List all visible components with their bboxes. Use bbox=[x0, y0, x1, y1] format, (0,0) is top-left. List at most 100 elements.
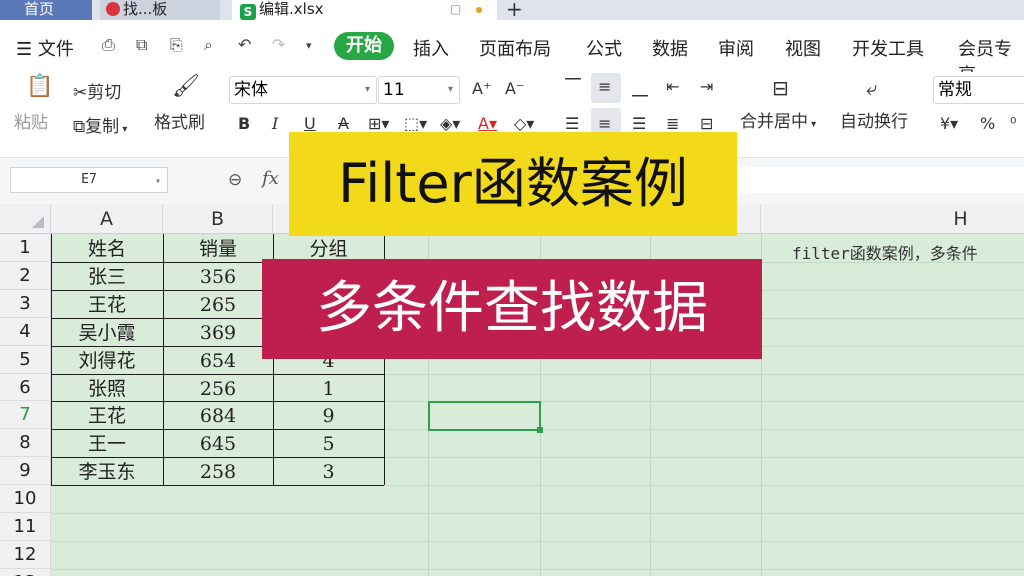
undo-icon[interactable]: ↶ bbox=[238, 35, 251, 54]
merge-center-button[interactable]: 合并居中 ▾ bbox=[740, 107, 816, 132]
tab-template[interactable]: 找...板 bbox=[100, 0, 220, 20]
table-cell[interactable]: 654 bbox=[163, 346, 273, 374]
print-icon[interactable]: ⎘ bbox=[170, 35, 183, 55]
row-header[interactable]: 11 bbox=[0, 513, 51, 541]
comma-format-icon[interactable]: ⁰ bbox=[1010, 114, 1016, 133]
decrease-indent-icon[interactable]: ⇤ bbox=[666, 77, 679, 96]
percent-format-icon[interactable]: % bbox=[980, 114, 995, 133]
format-painter-button[interactable]: 格式刷 bbox=[154, 108, 205, 133]
menu-data[interactable]: 数据 bbox=[652, 35, 688, 61]
row-header[interactable]: 4 bbox=[0, 318, 51, 346]
table-cell[interactable]: 5 bbox=[273, 429, 384, 457]
menu-page-layout[interactable]: 页面布局 bbox=[479, 35, 551, 61]
row-header-active[interactable]: 7 bbox=[0, 401, 51, 429]
table-header-cell[interactable]: 姓名 bbox=[51, 234, 163, 262]
menu-formulas[interactable]: 公式 bbox=[586, 35, 622, 61]
redo-icon[interactable]: ↷ bbox=[272, 35, 285, 54]
table-cell[interactable]: 1 bbox=[273, 374, 384, 401]
paste-button[interactable]: 粘贴 bbox=[14, 108, 48, 133]
increase-font-size-icon[interactable]: A⁺ bbox=[472, 79, 491, 98]
cut-button[interactable]: ✂剪切 bbox=[73, 78, 121, 103]
row-header[interactable]: 8 bbox=[0, 429, 51, 457]
row-header[interactable]: 6 bbox=[0, 374, 51, 401]
row-header[interactable]: 10 bbox=[0, 485, 51, 513]
column-header-h[interactable]: H bbox=[761, 204, 1024, 234]
tab-current-workbook[interactable]: S 编辑.xlsx ▢ bbox=[232, 0, 497, 20]
clear-format-icon[interactable]: ◇▾ bbox=[514, 114, 534, 133]
strikethrough-icon[interactable]: A bbox=[338, 114, 349, 133]
table-cell[interactable]: 9 bbox=[273, 401, 384, 429]
export-pdf-icon[interactable]: ⧉ bbox=[136, 35, 147, 55]
table-cell[interactable]: 258 bbox=[163, 457, 273, 485]
table-cell[interactable]: 刘得花 bbox=[51, 346, 163, 374]
selected-cell-e7[interactable] bbox=[428, 401, 543, 433]
menu-start[interactable]: 开始 bbox=[334, 32, 394, 60]
table-header-cell[interactable]: 销量 bbox=[163, 234, 273, 262]
align-middle-icon[interactable]: ≡ bbox=[598, 77, 611, 96]
row-header[interactable]: 13 bbox=[0, 569, 51, 576]
table-cell[interactable]: 369 bbox=[163, 318, 273, 346]
table-cell[interactable]: 356 bbox=[163, 262, 273, 290]
merge-center-icon[interactable]: ⊟ bbox=[772, 76, 789, 100]
font-color-icon[interactable]: A▾ bbox=[478, 114, 497, 133]
cell-style-icon[interactable]: ⬚▾ bbox=[404, 114, 427, 133]
align-top-icon[interactable]: ⎺ bbox=[565, 76, 581, 96]
align-left-icon[interactable]: ☰ bbox=[565, 114, 579, 133]
pin-icon[interactable]: ▢ bbox=[450, 0, 461, 18]
italic-icon[interactable]: I bbox=[272, 114, 278, 133]
distributed-align-icon[interactable]: ⊟ bbox=[700, 114, 713, 133]
table-cell[interactable]: 张三 bbox=[51, 262, 163, 290]
table-cell[interactable]: 256 bbox=[163, 374, 273, 401]
paste-icon[interactable]: 📋 bbox=[26, 74, 53, 99]
row-header[interactable]: 2 bbox=[0, 262, 51, 290]
menu-view[interactable]: 视图 bbox=[785, 35, 821, 61]
menu-insert[interactable]: 插入 bbox=[413, 35, 449, 61]
borders-icon[interactable]: ⊞▾ bbox=[368, 114, 389, 133]
increase-indent-icon[interactable]: ⇥ bbox=[700, 77, 713, 96]
table-cell[interactable]: 王一 bbox=[51, 429, 163, 457]
number-format-select[interactable]: 常规 bbox=[933, 76, 1024, 104]
column-header-b[interactable]: B bbox=[163, 204, 273, 234]
bold-icon[interactable]: B bbox=[238, 114, 250, 133]
save-icon[interactable]: ⎙ bbox=[102, 35, 115, 55]
row-header[interactable]: 12 bbox=[0, 541, 51, 569]
underline-icon[interactable]: U bbox=[304, 114, 316, 133]
table-cell[interactable]: 王花 bbox=[51, 290, 163, 318]
print-preview-icon[interactable]: ⌕ bbox=[204, 35, 213, 55]
function-fx-icon[interactable]: fx bbox=[262, 168, 279, 189]
table-header-cell[interactable]: 分组 bbox=[273, 234, 384, 262]
align-right-icon[interactable]: ☰ bbox=[632, 114, 646, 133]
fill-handle[interactable] bbox=[537, 427, 543, 433]
column-header-a[interactable]: A bbox=[51, 204, 163, 234]
wrap-text-button[interactable]: 自动换行 bbox=[840, 107, 908, 132]
menu-file[interactable]: ☰ 文件 bbox=[16, 35, 74, 61]
menu-developer-tools[interactable]: 开发工具 bbox=[852, 35, 924, 61]
table-cell[interactable]: 张照 bbox=[51, 374, 163, 401]
new-tab-plus-icon[interactable]: + bbox=[506, 0, 523, 21]
wrap-text-icon[interactable]: ⤶ bbox=[866, 76, 877, 100]
row-header[interactable]: 5 bbox=[0, 346, 51, 374]
table-cell[interactable]: 吴小霞 bbox=[51, 318, 163, 346]
table-cell[interactable]: 3 bbox=[273, 457, 384, 485]
tab-home[interactable]: 首页 bbox=[0, 0, 92, 20]
table-cell[interactable]: 645 bbox=[163, 429, 273, 457]
align-center-icon[interactable]: ≡ bbox=[598, 114, 611, 133]
currency-format-icon[interactable]: ¥▾ bbox=[940, 114, 958, 133]
row-header[interactable]: 3 bbox=[0, 290, 51, 318]
table-cell[interactable]: 684 bbox=[163, 401, 273, 429]
row-header[interactable]: 9 bbox=[0, 457, 51, 485]
fill-color-icon[interactable]: ◈▾ bbox=[440, 114, 460, 133]
decrease-font-size-icon[interactable]: A⁻ bbox=[505, 79, 524, 98]
table-cell[interactable]: 李玉东 bbox=[51, 457, 163, 485]
justify-icon[interactable]: ≣ bbox=[666, 114, 679, 133]
copy-button[interactable]: ⧉复制 ▾ bbox=[73, 112, 127, 137]
row-header[interactable]: 1 bbox=[0, 234, 51, 262]
format-painter-icon[interactable]: 🖌 bbox=[172, 74, 200, 99]
table-cell[interactable]: 265 bbox=[163, 290, 273, 318]
more-quick-actions-icon[interactable]: ▾ bbox=[306, 39, 312, 52]
menu-review[interactable]: 审阅 bbox=[718, 35, 754, 61]
font-family-select[interactable]: 宋体 ▾ bbox=[229, 76, 377, 104]
cell-h1-note[interactable]: filter函数案例，多条件 bbox=[792, 240, 978, 264]
name-box[interactable]: E7 ▾ bbox=[10, 167, 168, 193]
align-bottom-icon[interactable]: ⎽ bbox=[632, 78, 648, 98]
